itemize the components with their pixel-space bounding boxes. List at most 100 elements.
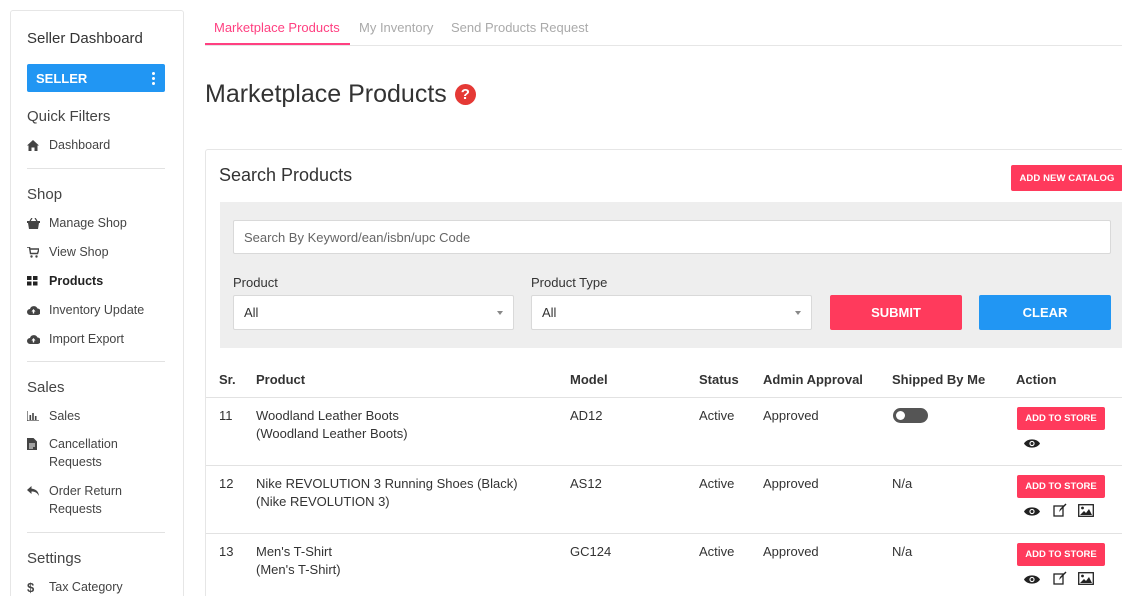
cell-admin-approval: Approved	[763, 476, 819, 491]
eye-icon[interactable]	[1024, 436, 1040, 450]
submit-button[interactable]: SUBMIT	[830, 295, 962, 330]
tab-bar: Marketplace Products My Inventory Send P…	[205, 0, 1122, 46]
add-to-store-button[interactable]: ADD TO STORE	[1017, 407, 1105, 430]
page-title: Marketplace Products	[205, 80, 447, 108]
cell-product-name: Woodland Leather Boots	[256, 408, 399, 423]
cell-product-name: Men's T-Shirt	[256, 544, 332, 559]
help-icon[interactable]: ?	[454, 84, 476, 105]
product-select[interactable]: All	[233, 295, 514, 330]
chevron-down-icon	[497, 310, 503, 315]
cell-model: GC124	[570, 544, 612, 559]
cell-product-name: Nike REVOLUTION 3 Running Shoes (Black)	[256, 476, 518, 491]
column-header-admin-approval: Admin Approval	[763, 372, 863, 387]
sidebar-divider	[27, 532, 165, 533]
document-icon	[27, 437, 49, 451]
tab-my-inventory[interactable]: My Inventory	[359, 20, 433, 35]
cell-shipped-by-me: N/a	[892, 544, 913, 559]
sidebar-item-label: Products	[49, 274, 104, 288]
sidebar-item-label: Order Return	[49, 484, 122, 498]
eye-icon[interactable]	[1024, 504, 1040, 518]
shipped-by-me-toggle[interactable]	[893, 408, 928, 423]
sidebar-divider	[27, 361, 165, 362]
sidebar-divider	[27, 168, 165, 169]
cell-model: AD12	[570, 408, 603, 423]
active-tab-indicator	[205, 43, 350, 45]
sidebar-item-label: Dashboard	[49, 138, 111, 152]
dollar-icon: $	[27, 579, 35, 595]
basket-icon	[27, 216, 49, 230]
card-title: Search Products	[219, 165, 353, 185]
table-divider	[206, 465, 1122, 466]
page-title-container: Marketplace Products ?	[205, 80, 476, 109]
settings-heading: Settings	[27, 550, 82, 567]
add-to-store-button[interactable]: ADD TO STORE	[1017, 543, 1105, 566]
image-icon[interactable]	[1078, 503, 1094, 517]
cell-product-sub: (Nike REVOLUTION 3)	[256, 494, 390, 509]
search-products-card: Search Products ADD NEW CATALOG Product …	[205, 149, 1122, 596]
cell-sr: 11	[219, 408, 233, 423]
column-header-shipped-by-me: Shipped By Me	[892, 372, 986, 387]
home-icon	[27, 138, 49, 152]
sidebar-item-inventory-update[interactable]: Inventory Update	[27, 303, 144, 317]
column-header-model: Model	[570, 372, 608, 387]
sidebar-item-label: Tax Category	[49, 580, 123, 594]
cell-sr: 12	[219, 476, 234, 491]
reply-icon	[27, 484, 49, 498]
search-input[interactable]	[233, 220, 1111, 254]
cloud-upload-icon	[27, 303, 49, 317]
sidebar-item-tax-category[interactable]: $ Tax Category	[27, 579, 123, 595]
product-select-value: All	[244, 305, 259, 320]
sidebar-item-label: Import Export	[49, 332, 125, 346]
cell-status: Active	[699, 544, 735, 559]
column-header-sr: Sr.	[219, 372, 236, 387]
sidebar-item-label: Sales	[49, 409, 81, 423]
kebab-menu-icon[interactable]	[152, 71, 155, 85]
product-type-filter-label: Product Type	[531, 275, 608, 290]
seller-role-button[interactable]: SELLER	[27, 64, 165, 92]
tab-marketplace-products[interactable]: Marketplace Products	[214, 20, 340, 35]
sidebar: Seller Dashboard SELLER Quick Filters Da…	[10, 10, 184, 596]
cell-model: AS12	[570, 476, 602, 491]
cell-admin-approval: Approved	[763, 408, 819, 423]
sidebar-item-view-shop[interactable]: View Shop	[27, 245, 109, 259]
column-header-status: Status	[699, 372, 739, 387]
edit-icon[interactable]	[1052, 571, 1068, 585]
grid-icon	[27, 274, 49, 288]
sidebar-item-label: View Shop	[49, 245, 109, 259]
bar-chart-icon	[27, 409, 49, 423]
clear-button[interactable]: CLEAR	[979, 295, 1111, 330]
product-type-select-value: All	[542, 305, 557, 320]
sidebar-item-dashboard[interactable]: Dashboard	[27, 138, 110, 152]
cloud-upload-icon	[27, 332, 49, 346]
cell-shipped-by-me: N/a	[892, 476, 913, 491]
sidebar-item-label: Cancellation	[49, 437, 118, 451]
shop-heading: Shop	[27, 186, 63, 203]
sidebar-item-manage-shop[interactable]: Manage Shop	[27, 216, 127, 230]
add-new-catalog-button[interactable]: ADD NEW CATALOG	[1011, 165, 1122, 191]
sidebar-item-order-return-requests[interactable]: Order Return Requests	[27, 484, 122, 518]
cell-sr: 13	[219, 544, 234, 559]
sidebar-item-label: Requests	[49, 455, 102, 469]
cell-product-sub: (Woodland Leather Boots)	[256, 426, 408, 441]
add-to-store-button[interactable]: ADD TO STORE	[1017, 475, 1105, 498]
sidebar-item-import-export[interactable]: Import Export	[27, 332, 124, 346]
sidebar-item-sales[interactable]: Sales	[27, 409, 80, 423]
cart-icon	[27, 245, 49, 259]
quick-filters-heading: Quick Filters	[27, 108, 111, 125]
product-type-select[interactable]: All	[531, 295, 812, 330]
product-filter-label: Product	[233, 275, 278, 290]
eye-icon[interactable]	[1024, 572, 1040, 586]
sidebar-item-products[interactable]: Products	[27, 274, 103, 288]
cell-admin-approval: Approved	[763, 544, 819, 559]
edit-icon[interactable]	[1052, 503, 1068, 517]
table-divider	[206, 397, 1122, 398]
cell-status: Active	[699, 408, 735, 423]
image-icon[interactable]	[1078, 571, 1094, 585]
sidebar-item-cancellation-requests[interactable]: Cancellation Requests	[27, 437, 118, 471]
sidebar-item-label: Manage Shop	[49, 216, 127, 230]
cell-status: Active	[699, 476, 735, 491]
tab-send-products-request[interactable]: Send Products Request	[451, 20, 588, 35]
sidebar-title: Seller Dashboard	[27, 30, 143, 47]
filter-panel: Product All Product Type All SUBMIT CLEA…	[220, 202, 1122, 348]
column-header-product: Product	[256, 372, 306, 387]
